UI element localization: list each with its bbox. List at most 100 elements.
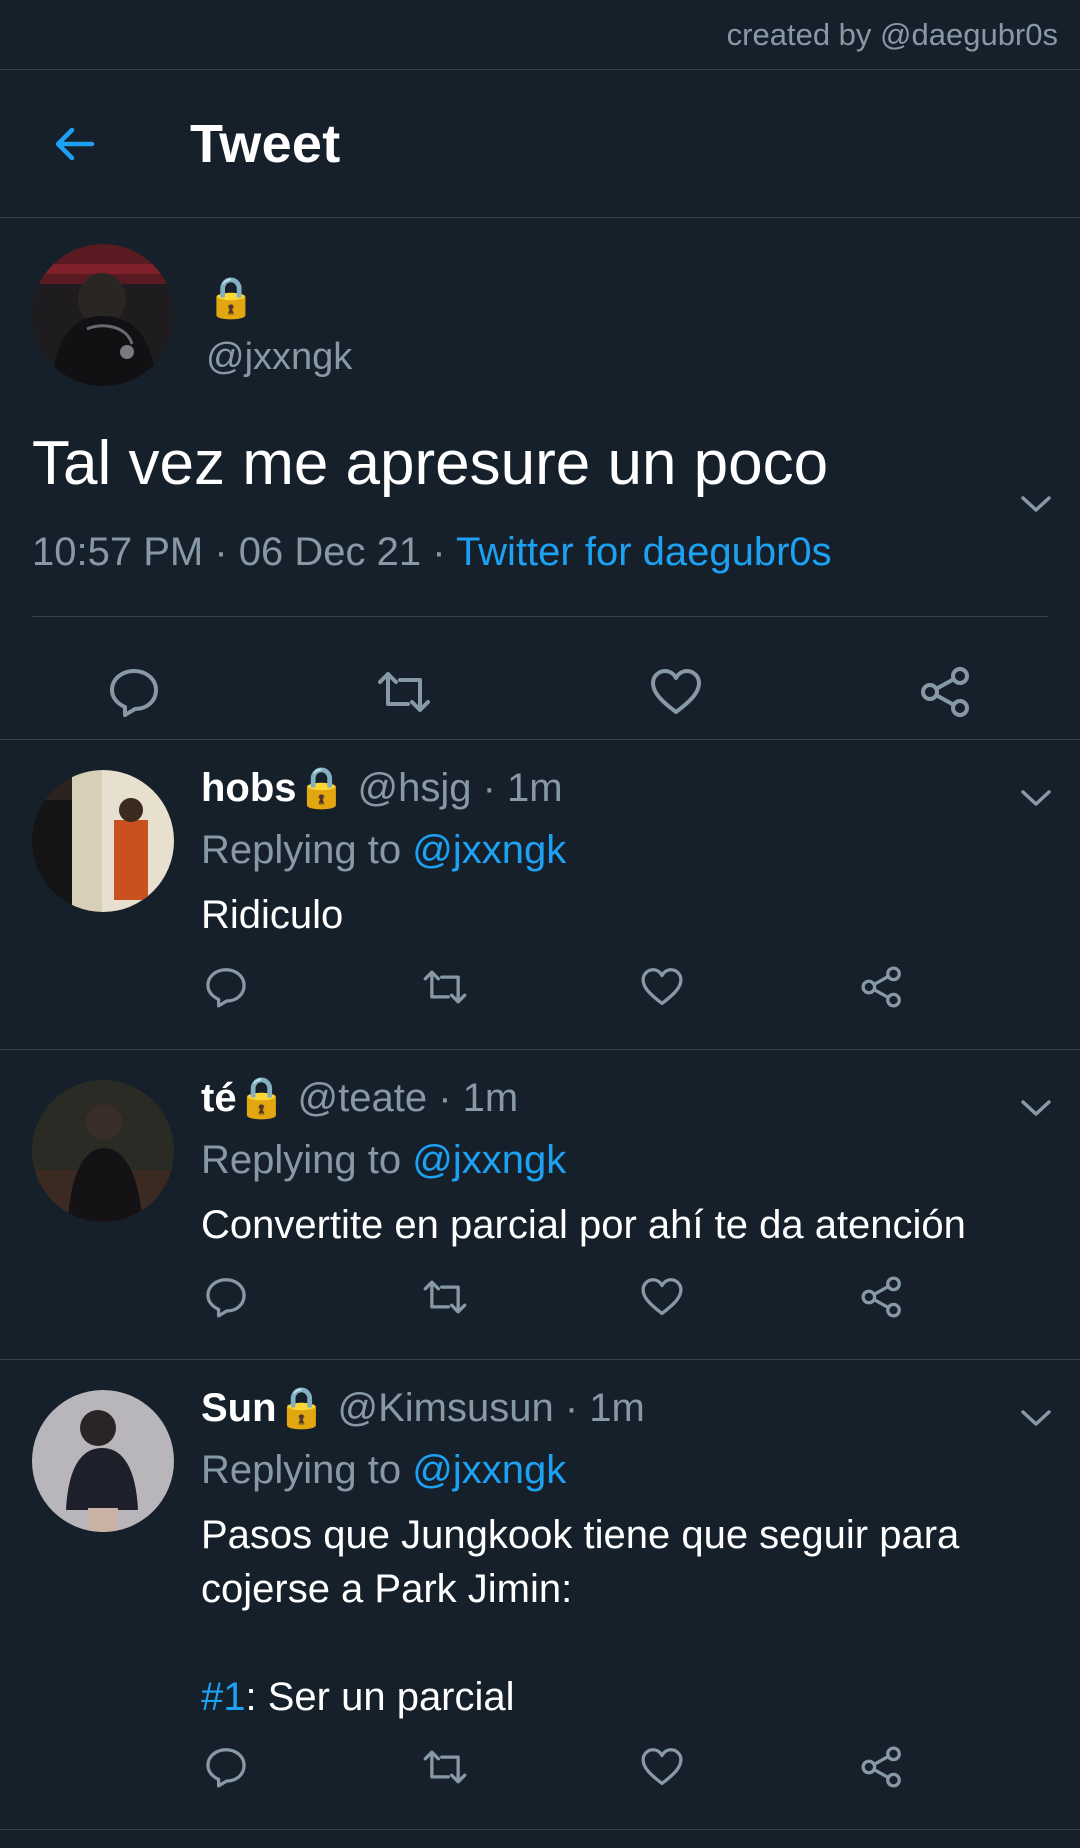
- reply-text-segment: : Ser un parcial: [245, 1675, 515, 1719]
- meta-separator: ·: [421, 530, 456, 574]
- display-name[interactable]: hobs: [201, 766, 297, 810]
- share-icon: [861, 1276, 901, 1318]
- reply-button[interactable]: [201, 1272, 251, 1322]
- mention-link[interactable]: @jxxngk: [412, 1448, 566, 1492]
- reply-icon: [206, 968, 246, 1008]
- reply-header: hobs🔒 @hsjg · 1m: [201, 766, 563, 811]
- user-handle[interactable]: @teate: [298, 1076, 428, 1120]
- display-name[interactable]: Sun: [201, 1386, 277, 1430]
- header-separator: ·: [471, 766, 508, 810]
- avatar-image: [32, 1080, 174, 1222]
- reply-tweet[interactable]: hobs🔒 @hsjg · 1m Replying to @jxxngk Rid…: [0, 740, 1080, 1050]
- back-button[interactable]: [46, 116, 102, 172]
- avatar[interactable]: [32, 1080, 174, 1222]
- retweet-button[interactable]: [420, 1742, 470, 1792]
- mention-link[interactable]: @jxxngk: [412, 1138, 566, 1182]
- share-button[interactable]: [857, 1742, 907, 1792]
- header-separator: ·: [427, 1076, 463, 1120]
- tweet-source-link[interactable]: Twitter for daegubr0s: [456, 530, 832, 574]
- retweet-icon: [423, 1280, 467, 1314]
- user-handle[interactable]: @hsjg: [357, 766, 471, 810]
- reply-time: 1m: [462, 1076, 519, 1120]
- tweet-options-button[interactable]: [1016, 1088, 1056, 1128]
- heart-icon: [651, 669, 701, 714]
- share-button[interactable]: [857, 962, 907, 1012]
- lock-icon: 🔒: [296, 766, 347, 810]
- avatar-image: [32, 1390, 174, 1532]
- retweet-button[interactable]: [420, 1272, 470, 1322]
- share-icon: [861, 966, 901, 1008]
- retweet-button[interactable]: [374, 662, 434, 722]
- reply-text-line: #1: Ser un parcial: [201, 1670, 1061, 1724]
- lock-icon: 🔒: [276, 1386, 327, 1430]
- reply-time: 1m: [507, 766, 563, 810]
- like-button[interactable]: [637, 962, 687, 1012]
- credit-text: created by @daegubr0s: [726, 16, 1058, 52]
- tweet-options-button[interactable]: [1016, 778, 1056, 818]
- replying-to: Replying to @jxxngk: [201, 1448, 566, 1493]
- action-bar: [0, 648, 1080, 738]
- display-name[interactable]: té: [201, 1076, 237, 1120]
- page-title: Tweet: [190, 113, 341, 174]
- tweet-meta: 10:57 PM · 06 Dec 21 · Twitter for daegu…: [32, 530, 832, 575]
- replying-prefix: Replying to: [201, 1448, 413, 1492]
- lock-icon: 🔒: [236, 1076, 287, 1120]
- lock-icon: 🔒: [206, 276, 256, 320]
- user-handle[interactable]: @Kimsusun: [337, 1386, 553, 1430]
- retweet-icon: [378, 672, 430, 712]
- reply-button[interactable]: [201, 962, 251, 1012]
- replying-prefix: Replying to: [201, 828, 413, 872]
- share-icon: [921, 667, 969, 717]
- meta-separator: ·: [203, 530, 239, 574]
- avatar[interactable]: [32, 244, 174, 386]
- header: Tweet: [0, 70, 1080, 218]
- reply-tweet[interactable]: Sun🔒 @Kimsusun · 1m Replying to @jxxngk …: [0, 1360, 1080, 1830]
- replying-prefix: Replying to: [201, 1138, 413, 1182]
- reply-icon: [206, 1278, 246, 1318]
- heart-icon: [641, 968, 683, 1006]
- reply-header: Sun🔒 @Kimsusun · 1m: [201, 1386, 645, 1431]
- header-separator: ·: [553, 1386, 590, 1430]
- tweet-date: 06 Dec 21: [238, 530, 422, 574]
- like-button[interactable]: [637, 1742, 687, 1792]
- replying-to: Replying to @jxxngk: [201, 828, 566, 873]
- reply-text-line: Pasos que Jungkook tiene que seguir para: [201, 1513, 960, 1557]
- reply-button[interactable]: [104, 662, 164, 722]
- arrow-left-icon: [55, 127, 95, 160]
- reply-time: 1m: [589, 1386, 645, 1430]
- chevron-down-icon: [1021, 1410, 1051, 1426]
- reply-text: Pasos que Jungkook tiene que seguir para…: [201, 1508, 1061, 1724]
- reply-button[interactable]: [201, 1742, 251, 1792]
- divider: [32, 616, 1048, 617]
- reply-header: té🔒 @teate · 1m: [201, 1076, 518, 1121]
- heart-icon: [641, 1748, 683, 1786]
- reply-icon: [110, 669, 158, 717]
- user-handle[interactable]: @jxxngk: [206, 336, 352, 379]
- share-button[interactable]: [916, 662, 976, 722]
- retweet-button[interactable]: [420, 962, 470, 1012]
- reply-text: Convertite en parcial por ahí te da aten…: [201, 1203, 966, 1247]
- chevron-down-icon: [1021, 496, 1051, 512]
- reply-tweet[interactable]: té🔒 @teate · 1m Replying to @jxxngk Conv…: [0, 1050, 1080, 1360]
- share-icon: [861, 1746, 901, 1788]
- display-name: 🔒: [206, 268, 256, 322]
- heart-icon: [641, 1278, 683, 1316]
- reply-text-line: cojerse a Park Jimin:: [201, 1567, 573, 1611]
- replying-to: Replying to @jxxngk: [201, 1138, 566, 1183]
- mention-link[interactable]: @jxxngk: [412, 828, 566, 872]
- tweet-text: Tal vez me apresure un poco: [32, 429, 829, 498]
- like-button[interactable]: [646, 662, 706, 722]
- main-tweet: 🔒 @jxxngk Tal vez me apresure un poco 10…: [0, 218, 1080, 740]
- avatar-image: [32, 244, 174, 386]
- share-button[interactable]: [857, 1272, 907, 1322]
- like-button[interactable]: [637, 1272, 687, 1322]
- hashtag-link[interactable]: #1: [201, 1675, 246, 1719]
- reply-icon: [206, 1748, 246, 1788]
- retweet-icon: [423, 970, 467, 1004]
- avatar[interactable]: [32, 770, 174, 912]
- avatar[interactable]: [32, 1390, 174, 1532]
- tweet-options-button[interactable]: [1016, 484, 1056, 524]
- chevron-down-icon: [1021, 790, 1051, 806]
- tweet-options-button[interactable]: [1016, 1398, 1056, 1438]
